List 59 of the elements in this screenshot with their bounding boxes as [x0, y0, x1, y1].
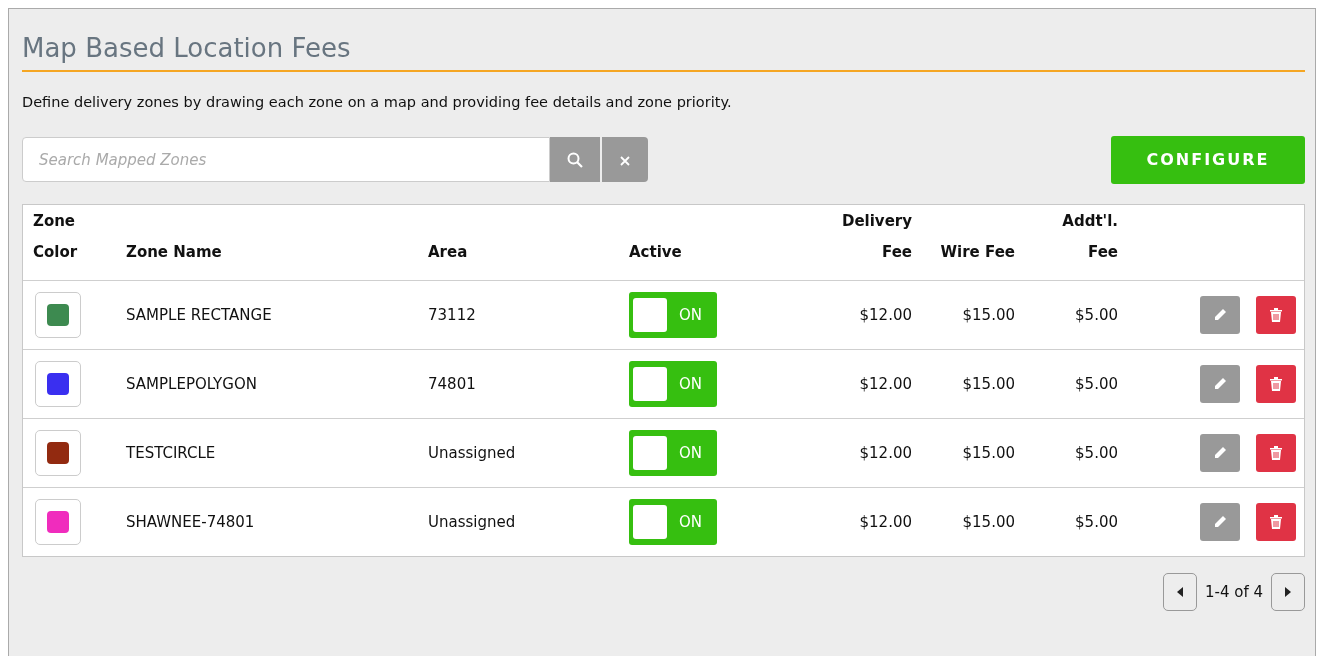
zone-name: SAMPLE RECTANGE	[126, 305, 272, 324]
delete-button[interactable]	[1256, 295, 1296, 334]
fee-amount: $12.00	[859, 443, 912, 462]
zone-name: TESTCIRCLE	[126, 443, 216, 462]
area-text: Unassigned	[428, 512, 516, 531]
column-header: Addt'l. Fee	[1061, 210, 1118, 263]
column-header: Delivery Fee	[840, 210, 912, 263]
delete-button[interactable]	[1256, 364, 1296, 403]
edit-button[interactable]	[1200, 502, 1240, 541]
active-toggle[interactable]: ON	[629, 291, 717, 338]
fee-amount: $15.00	[962, 305, 1015, 324]
close-icon	[620, 156, 630, 167]
fee-amount: $12.00	[859, 374, 912, 393]
trash-icon	[1270, 514, 1282, 529]
area-text: 74801	[428, 374, 476, 393]
pencil-icon	[1213, 514, 1227, 529]
pencil-icon	[1213, 376, 1227, 391]
column-header: Zone Name	[126, 241, 223, 263]
active-toggle[interactable]: ON	[629, 498, 717, 545]
fee-amount: $12.00	[859, 512, 912, 531]
fee-amount: $15.00	[962, 374, 1015, 393]
trash-icon	[1270, 307, 1282, 322]
page-range: 1-4 of 4	[1204, 581, 1263, 603]
page-title: Map Based Location Fees	[22, 33, 1305, 73]
configure-button[interactable]: CONFIGURE	[1111, 135, 1305, 184]
column-header: Active	[629, 241, 683, 263]
zone-name: SHAWNEE-74801	[126, 512, 255, 531]
area-text: 73112	[428, 305, 476, 324]
right-triangle-icon	[1285, 586, 1291, 597]
active-toggle[interactable]: ON	[629, 429, 717, 476]
pencil-icon	[1213, 307, 1227, 322]
edit-button[interactable]	[1200, 433, 1240, 472]
pencil-icon	[1213, 445, 1227, 460]
clear-button[interactable]	[602, 137, 648, 183]
previous-page-button[interactable]	[1162, 572, 1197, 611]
fee-amount: $5.00	[1075, 374, 1118, 393]
column-header: Wire Fee	[939, 241, 1015, 263]
search-icon	[567, 151, 583, 168]
delete-button[interactable]	[1256, 433, 1296, 472]
edit-button[interactable]	[1200, 364, 1240, 403]
column-header: Area	[428, 241, 469, 263]
next-page-button[interactable]	[1271, 572, 1305, 611]
fee-amount: $5.00	[1075, 512, 1118, 531]
fee-amount: $15.00	[962, 512, 1015, 531]
fee-amount: $15.00	[962, 443, 1015, 462]
search-button[interactable]	[550, 137, 600, 183]
active-toggle[interactable]: ON	[629, 360, 717, 407]
fee-amount: $12.00	[859, 305, 912, 324]
zone-name: SAMPLEPOLYGON	[126, 374, 257, 393]
fee-amount: $5.00	[1075, 305, 1118, 324]
description-text: Define delivery zones by drawing each zone on a map and providing fee details and zone priority.	[22, 93, 733, 113]
left-triangle-icon	[1176, 586, 1183, 597]
fee-amount: $5.00	[1075, 443, 1118, 462]
area-text: Unassigned	[428, 443, 516, 462]
delete-button[interactable]	[1256, 502, 1296, 541]
edit-button[interactable]	[1200, 295, 1240, 334]
column-header: Zone Color	[33, 210, 79, 263]
trash-icon	[1270, 376, 1282, 391]
trash-icon	[1270, 445, 1282, 460]
